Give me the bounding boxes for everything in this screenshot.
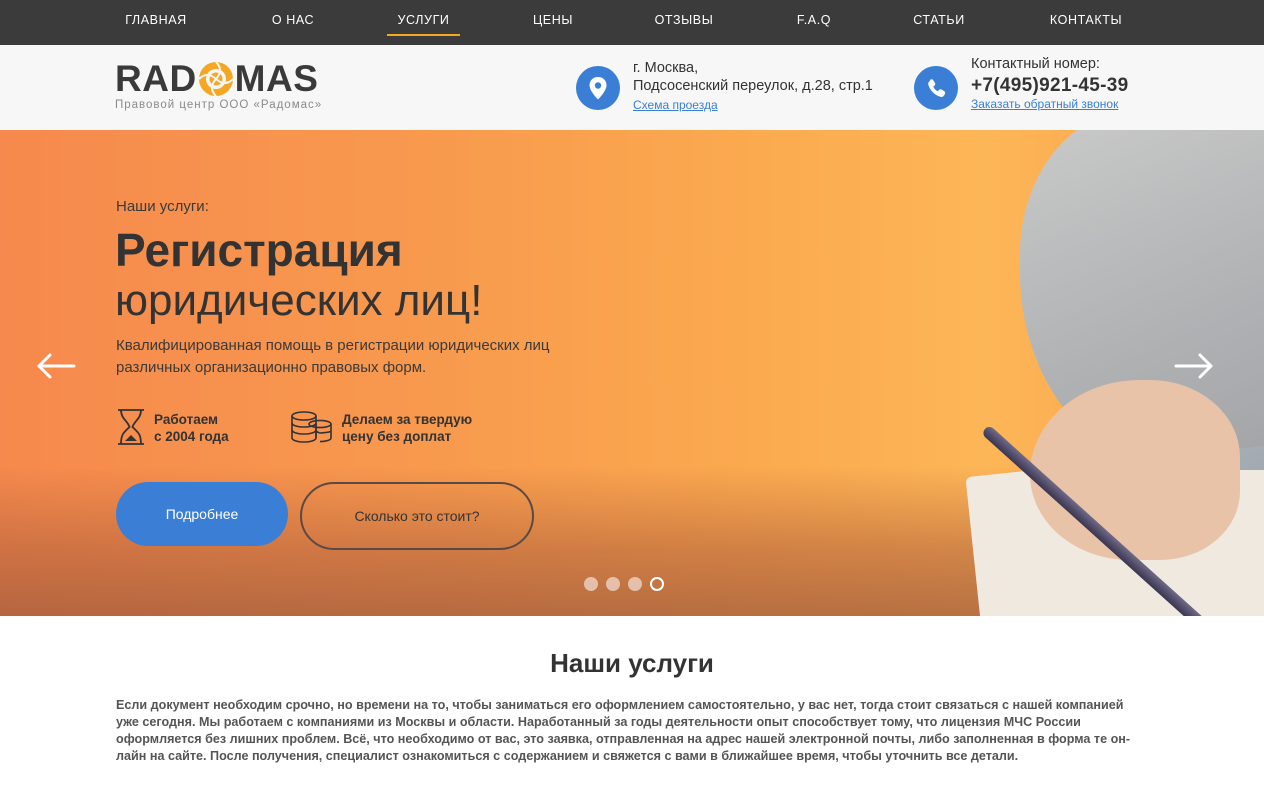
slider-dot-2[interactable]: [606, 577, 620, 591]
slider-dots: [584, 577, 664, 591]
feature-fixed-price: Делаем за твердую цену без доплат: [342, 411, 472, 445]
map-link[interactable]: Схема проезда: [633, 98, 718, 112]
logo-text-left: RAD: [115, 58, 197, 99]
phone-label: Контактный номер:: [971, 56, 1100, 72]
sun-o-icon: [197, 61, 234, 97]
arrow-left-icon[interactable]: [36, 352, 76, 380]
hourglass-icon: [118, 409, 144, 445]
callback-link[interactable]: Заказать обратный звонок: [971, 97, 1118, 111]
top-navigation: ГЛАВНАЯ О НАС УСЛУГИ ЦЕНЫ ОТЗЫВЫ F.A.Q С…: [0, 0, 1264, 45]
arrow-right-icon[interactable]: [1174, 352, 1214, 380]
feature-1-line1: Работаем: [154, 412, 219, 427]
feature-2-line1: Делаем за твердую: [342, 412, 473, 427]
hero-slider: Наши услуги: Регистрация юридических лиц…: [0, 130, 1264, 616]
hero-description: Квалифицированная помощь в регистрации ю…: [116, 337, 550, 376]
logo[interactable]: RAD MAS: [115, 59, 318, 99]
nav-item-prices[interactable]: ЦЕНЫ: [526, 0, 580, 45]
slider-dot-4[interactable]: [650, 577, 664, 591]
nav-item-services[interactable]: УСЛУГИ: [387, 0, 460, 45]
feature-1-line2: с 2004 года: [154, 429, 229, 444]
feature-since-2004: Работаем с 2004 года: [154, 411, 229, 445]
nav-item-contacts[interactable]: КОНТАКТЫ: [1042, 0, 1130, 45]
address-city: г. Москва,: [633, 60, 699, 76]
phone-number[interactable]: +7(495)921-45-39: [971, 75, 1128, 97]
services-description: Если документ необходим срочно, но време…: [116, 698, 1131, 763]
map-pin-icon: [576, 66, 620, 110]
slider-dot-1[interactable]: [584, 577, 598, 591]
site-header: RAD MAS Правовой центр ООО «Радомас» г. …: [0, 45, 1264, 130]
details-button[interactable]: Подробнее: [116, 482, 288, 546]
feature-2-line2: цену без доплат: [342, 429, 452, 444]
nav-item-faq[interactable]: F.A.Q: [790, 0, 838, 45]
hero-subtitle: Наши услуги:: [116, 198, 209, 215]
hero-hand-image: [1030, 380, 1240, 560]
hero-title-bold: Регистрация: [115, 224, 403, 276]
hero-title-light: юридических лиц!: [115, 276, 483, 325]
address-street: Подсосенский переулок, д.28, стр.1: [633, 78, 873, 94]
nav-item-articles[interactable]: СТАТЬИ: [906, 0, 972, 45]
coins-icon: [291, 411, 332, 443]
nav-item-reviews[interactable]: ОТЗЫВЫ: [648, 0, 720, 45]
tagline: Правовой центр ООО «Радомас»: [115, 99, 323, 111]
nav-item-about[interactable]: О НАС: [264, 0, 322, 45]
pricing-button[interactable]: Сколько это стоит?: [300, 482, 534, 550]
services-heading: Наши услуги: [550, 648, 714, 678]
slider-dot-3[interactable]: [628, 577, 642, 591]
logo-text-right: MAS: [234, 58, 319, 99]
phone-icon: [914, 66, 958, 110]
nav-item-home[interactable]: ГЛАВНАЯ: [118, 0, 194, 45]
